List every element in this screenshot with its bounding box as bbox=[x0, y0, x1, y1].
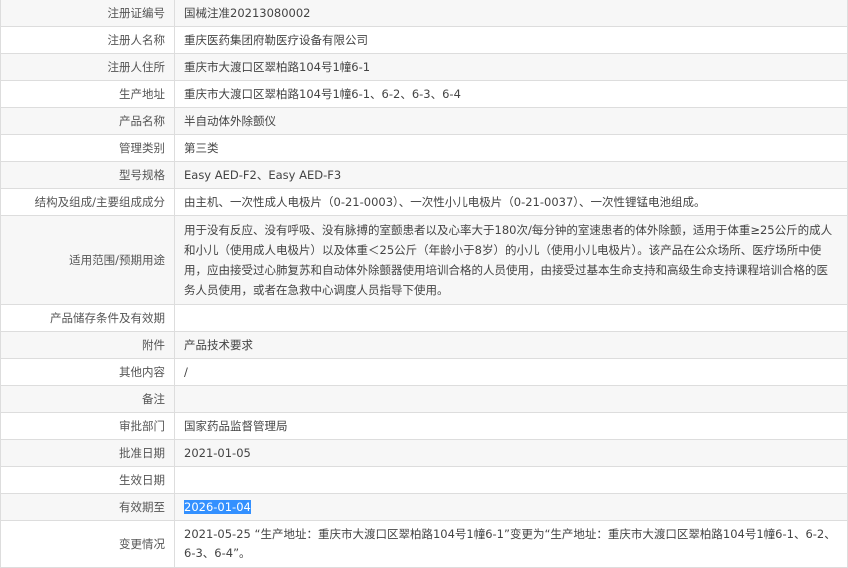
row-model-spec: 型号规格 Easy AED-F2、Easy AED-F3 bbox=[0, 161, 848, 189]
product-name-value: 半自动体外除颤仪 bbox=[174, 107, 848, 135]
row-intended-use: 适用范围/预期用途 用于没有反应、没有呼吸、没有脉搏的室颤患者以及心率大于180次… bbox=[0, 215, 848, 305]
row-production-address: 生产地址 重庆市大渡口区翠柏路104号1幢6-1、6-2、6-3、6-4 bbox=[0, 80, 848, 108]
model-spec-label: 型号规格 bbox=[0, 161, 175, 189]
approval-department-value: 国家药品监督管理局 bbox=[174, 412, 848, 440]
registration-detail-table: 注册证编号 国械注准20213080002 注册人名称 重庆医药集团府勒医疗设备有限公… bbox=[0, 0, 848, 568]
production-address-value: 重庆市大渡口区翠柏路104号1幢6-1、6-2、6-3、6-4 bbox=[174, 80, 848, 108]
row-structure-composition: 结构及组成/主要组成成分 由主机、一次性成人电极片（0-21-0003）、一次性小… bbox=[0, 188, 848, 216]
row-registration-number: 注册证编号 国械注准20213080002 bbox=[0, 0, 848, 27]
production-address-label: 生产地址 bbox=[0, 80, 175, 108]
storage-conditions-label: 产品储存条件及有效期 bbox=[0, 304, 175, 332]
row-management-category: 管理类别 第三类 bbox=[0, 134, 848, 162]
remarks-value bbox=[174, 385, 848, 413]
change-history-label: 变更情况 bbox=[0, 520, 175, 568]
row-remarks: 备注 bbox=[0, 385, 848, 413]
row-attachments: 附件 产品技术要求 bbox=[0, 331, 848, 359]
remarks-label: 备注 bbox=[0, 385, 175, 413]
row-effective-date: 生效日期 bbox=[0, 466, 848, 494]
row-storage-conditions: 产品储存条件及有效期 bbox=[0, 304, 848, 332]
structure-composition-label: 结构及组成/主要组成成分 bbox=[0, 188, 175, 216]
registrant-address-label: 注册人住所 bbox=[0, 53, 175, 81]
row-registrant-address: 注册人住所 重庆市大渡口区翠柏路104号1幢6-1 bbox=[0, 53, 848, 81]
other-content-label: 其他内容 bbox=[0, 358, 175, 386]
row-valid-until: 有效期至 2026-01-04 bbox=[0, 493, 848, 521]
change-history-value: 2021-05-25 “生产地址：重庆市大渡口区翠柏路104号1幢6-1”变更为… bbox=[174, 520, 848, 568]
effective-date-label: 生效日期 bbox=[0, 466, 175, 494]
approval-date-value: 2021-01-05 bbox=[174, 439, 848, 467]
storage-conditions-value bbox=[174, 304, 848, 332]
registration-number-label: 注册证编号 bbox=[0, 0, 175, 27]
registrant-name-value: 重庆医药集团府勒医疗设备有限公司 bbox=[174, 26, 848, 54]
selected-text[interactable]: 2026-01-04 bbox=[184, 500, 251, 514]
row-approval-date: 批准日期 2021-01-05 bbox=[0, 439, 848, 467]
row-approval-department: 审批部门 国家药品监督管理局 bbox=[0, 412, 848, 440]
product-name-label: 产品名称 bbox=[0, 107, 175, 135]
attachments-label: 附件 bbox=[0, 331, 175, 359]
intended-use-label: 适用范围/预期用途 bbox=[0, 215, 175, 305]
management-category-label: 管理类别 bbox=[0, 134, 175, 162]
row-other-content: 其他内容 / bbox=[0, 358, 848, 386]
row-change-history: 变更情况 2021-05-25 “生产地址：重庆市大渡口区翠柏路104号1幢6-1… bbox=[0, 520, 848, 568]
row-product-name: 产品名称 半自动体外除颤仪 bbox=[0, 107, 848, 135]
registrant-address-value: 重庆市大渡口区翠柏路104号1幢6-1 bbox=[174, 53, 848, 81]
other-content-value: / bbox=[174, 358, 848, 386]
approval-date-label: 批准日期 bbox=[0, 439, 175, 467]
management-category-value: 第三类 bbox=[174, 134, 848, 162]
registration-number-value: 国械注准20213080002 bbox=[174, 0, 848, 27]
registrant-name-label: 注册人名称 bbox=[0, 26, 175, 54]
approval-department-label: 审批部门 bbox=[0, 412, 175, 440]
row-registrant-name: 注册人名称 重庆医药集团府勒医疗设备有限公司 bbox=[0, 26, 848, 54]
model-spec-value: Easy AED-F2、Easy AED-F3 bbox=[174, 161, 848, 189]
valid-until-value: 2026-01-04 bbox=[174, 493, 848, 521]
valid-until-label: 有效期至 bbox=[0, 493, 175, 521]
attachments-value: 产品技术要求 bbox=[174, 331, 848, 359]
intended-use-value: 用于没有反应、没有呼吸、没有脉搏的室颤患者以及心率大于180次/每分钟的室速患者… bbox=[174, 215, 848, 305]
structure-composition-value: 由主机、一次性成人电极片（0-21-0003）、一次性小儿电极片（0-21-00… bbox=[174, 188, 848, 216]
effective-date-value bbox=[174, 466, 848, 494]
